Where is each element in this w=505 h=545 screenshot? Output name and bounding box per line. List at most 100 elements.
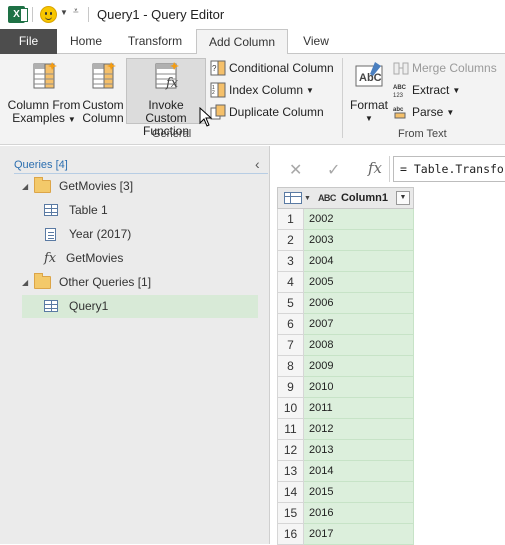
table-row[interactable]: 8 2009 xyxy=(277,356,414,377)
table-row[interactable]: 6 2007 xyxy=(277,314,414,335)
queries-header[interactable]: Queries [4] xyxy=(14,159,68,171)
conditional-column-button[interactable]: ? Conditional Column xyxy=(210,60,334,76)
table-row[interactable]: 7 2008 xyxy=(277,335,414,356)
table-row[interactable]: 3 2004 xyxy=(277,251,414,272)
formula-input[interactable]: = Table.Transfor xyxy=(393,156,505,182)
table-row[interactable]: 1 2002 xyxy=(277,209,414,230)
row-number[interactable]: 1 xyxy=(277,209,304,230)
table-row[interactable]: 11 2012 xyxy=(277,419,414,440)
row-number[interactable]: 8 xyxy=(277,356,304,377)
table-cell[interactable]: 2009 xyxy=(304,356,414,377)
tab-transform[interactable]: Transform xyxy=(115,29,195,54)
row-number[interactable]: 5 xyxy=(277,293,304,314)
table-cell[interactable]: 2013 xyxy=(304,440,414,461)
duplicate-column-button[interactable]: Duplicate Column xyxy=(210,104,324,120)
tab-file[interactable]: File xyxy=(0,29,57,54)
row-number[interactable]: 2 xyxy=(277,230,304,251)
group-separator xyxy=(342,58,343,138)
query-item-table-1[interactable]: Table 1 xyxy=(44,199,108,221)
custom-column-button[interactable]: Custom Column xyxy=(82,60,124,125)
table-cell[interactable]: 2017 xyxy=(304,524,414,545)
cancel-icon[interactable]: ✕ xyxy=(289,160,302,180)
format-label: Format xyxy=(349,98,388,112)
table-row[interactable]: 15 2016 xyxy=(277,503,414,524)
chevron-down-icon: ▼ xyxy=(306,85,314,95)
table-cell[interactable]: 2012 xyxy=(304,419,414,440)
filter-dropdown-icon[interactable]: ▼ xyxy=(396,191,410,205)
tab-add-column[interactable]: Add Column xyxy=(196,29,288,55)
row-number[interactable]: 6 xyxy=(277,314,304,335)
collapse-pane-icon[interactable]: ‹ xyxy=(255,156,260,172)
query-item-query1[interactable]: Query1 xyxy=(44,295,108,317)
table-cell[interactable]: 2002 xyxy=(304,209,414,230)
data-pane: ✕ ✓ fx = Table.Transfor ▼ ABC Column1 ▼ … xyxy=(271,146,505,545)
table-cell[interactable]: 2010 xyxy=(304,377,414,398)
table-row[interactable]: 13 2014 xyxy=(277,461,414,482)
row-number[interactable]: 7 xyxy=(277,335,304,356)
tab-home[interactable]: Home xyxy=(57,29,115,54)
chevron-down-icon[interactable]: ▼ xyxy=(60,8,68,17)
expand-triangle-icon[interactable]: ◢ xyxy=(22,278,34,287)
row-number[interactable]: 13 xyxy=(277,461,304,482)
row-number[interactable]: 10 xyxy=(277,398,304,419)
separator xyxy=(32,7,33,22)
column-from-examples-button[interactable]: Column From Examples ▼ xyxy=(6,60,82,126)
row-number[interactable]: 11 xyxy=(277,419,304,440)
table-row[interactable]: 9 2010 xyxy=(277,377,414,398)
format-button[interactable]: AbC Format ▼ xyxy=(348,60,390,125)
table-row[interactable]: 4 2005 xyxy=(277,272,414,293)
table-row[interactable]: 10 2011 xyxy=(277,398,414,419)
invoke-custom-function-button[interactable]: fx Invoke Custom Function xyxy=(126,60,206,138)
query-folder-getmovies[interactable]: ◢ GetMovies [3] xyxy=(22,175,133,197)
table-cell[interactable]: 2015 xyxy=(304,482,414,503)
column-from-examples-label-2: Examples ▼ xyxy=(12,111,76,125)
query-item-label: GetMovies xyxy=(66,251,124,265)
table-cell[interactable]: 2006 xyxy=(304,293,414,314)
expand-triangle-icon[interactable]: ◢ xyxy=(22,182,34,191)
table-row[interactable]: 16 2017 xyxy=(277,524,414,545)
parse-label: Parse xyxy=(412,105,444,119)
table-row[interactable]: 14 2015 xyxy=(277,482,414,503)
column-from-examples-icon xyxy=(33,62,57,89)
table-row[interactable]: 12 2013 xyxy=(277,440,414,461)
index-column-button[interactable]: 12 Index Column ▼ xyxy=(210,82,314,98)
table-cell[interactable]: 2008 xyxy=(304,335,414,356)
insert-function-icon[interactable]: fx xyxy=(368,159,382,177)
parse-button[interactable]: abc Parse ▼ xyxy=(393,104,454,120)
tab-view[interactable]: View xyxy=(288,29,344,54)
row-number[interactable]: 16 xyxy=(277,524,304,545)
row-number[interactable]: 3 xyxy=(277,251,304,272)
column-header[interactable]: ▼ ABC Column1 ▼ xyxy=(277,187,414,209)
commit-icon[interactable]: ✓ xyxy=(327,160,340,180)
title-bar: X ▼ ⩡ Query1 - Query Editor xyxy=(0,0,505,29)
table-menu-icon[interactable] xyxy=(284,192,302,204)
customize-toolbar-icon[interactable]: ⩡ xyxy=(73,6,79,17)
folder-icon xyxy=(34,176,51,193)
row-number[interactable]: 15 xyxy=(277,503,304,524)
table-row[interactable]: 2 2003 xyxy=(277,230,414,251)
chevron-down-icon[interactable]: ▼ xyxy=(304,195,311,202)
query-folder-other-queries[interactable]: ◢ Other Queries [1] xyxy=(22,271,151,293)
table-cell[interactable]: 2011 xyxy=(304,398,414,419)
table-cell[interactable]: 2007 xyxy=(304,314,414,335)
table-cell[interactable]: 2003 xyxy=(304,230,414,251)
table-row[interactable]: 5 2006 xyxy=(277,293,414,314)
table-cell[interactable]: 2014 xyxy=(304,461,414,482)
feedback-smiley-icon[interactable] xyxy=(40,6,57,23)
list-icon xyxy=(45,227,56,241)
query-item-year-2017[interactable]: Year (2017) xyxy=(45,223,131,245)
merge-columns-button[interactable]: Merge Columns xyxy=(393,60,497,76)
extract-button[interactable]: ABC 123 Extract ▼ xyxy=(393,82,460,98)
svg-text:?: ? xyxy=(212,64,217,73)
extract-icon: ABC 123 xyxy=(393,85,407,98)
row-number[interactable]: 4 xyxy=(277,272,304,293)
table-cell[interactable]: 2005 xyxy=(304,272,414,293)
table-cell[interactable]: 2004 xyxy=(304,251,414,272)
row-number[interactable]: 12 xyxy=(277,440,304,461)
column-type-icon[interactable]: ABC xyxy=(318,193,337,203)
query-item-getmovies-function[interactable]: fx GetMovies xyxy=(44,247,123,269)
row-number[interactable]: 9 xyxy=(277,377,304,398)
ribbon-tabs: File Home Transform Add Column View xyxy=(0,29,505,55)
table-cell[interactable]: 2016 xyxy=(304,503,414,524)
row-number[interactable]: 14 xyxy=(277,482,304,503)
